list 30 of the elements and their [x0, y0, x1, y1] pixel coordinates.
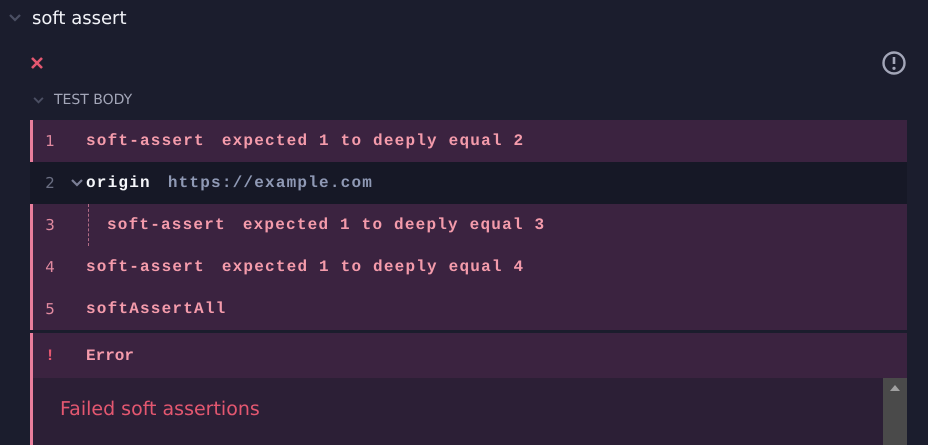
line-number: 5 — [44, 300, 56, 318]
command-name: softAssertAll — [86, 300, 226, 318]
command-message: https://example.com — [168, 174, 374, 192]
command-message: expected 1 to deeply equal 3 — [242, 216, 546, 234]
line-number: 1 — [44, 132, 56, 150]
scroll-up-icon[interactable] — [890, 385, 900, 391]
command-row[interactable]: 5 softAssertAll — [30, 288, 907, 330]
command-message: expected 1 to deeply equal 4 — [222, 258, 524, 276]
alert-icon[interactable] — [881, 50, 907, 76]
error-message: Failed soft assertions — [60, 398, 260, 422]
command-message: expected 1 to deeply equal 2 — [222, 132, 524, 150]
command-name: soft-assert — [107, 216, 226, 234]
error-marker: ! — [44, 346, 56, 364]
line-number: 4 — [44, 258, 56, 276]
section-label[interactable]: TEST BODY — [54, 92, 132, 108]
command-row[interactable]: 2 origin https://example.com — [30, 162, 907, 204]
command-name: soft-assert — [86, 258, 205, 276]
command-row[interactable]: 3 soft-assert expected 1 to deeply equal 3 — [30, 204, 907, 246]
test-title[interactable]: soft assert — [32, 8, 127, 28]
command-row[interactable]: 4 soft-assert expected 1 to deeply equal 4 — [30, 246, 907, 288]
command-name: soft-assert — [86, 132, 205, 150]
error-label: Error — [86, 346, 134, 364]
scrollbar[interactable] — [883, 378, 907, 445]
caret-icon[interactable] — [70, 179, 82, 187]
command-row[interactable]: 1 soft-assert expected 1 to deeply equal 2 — [30, 120, 907, 162]
line-number: 2 — [44, 174, 56, 192]
command-name: origin — [86, 174, 151, 192]
caret-icon[interactable] — [9, 14, 21, 22]
line-number: 3 — [44, 216, 56, 234]
caret-icon[interactable] — [33, 96, 44, 104]
